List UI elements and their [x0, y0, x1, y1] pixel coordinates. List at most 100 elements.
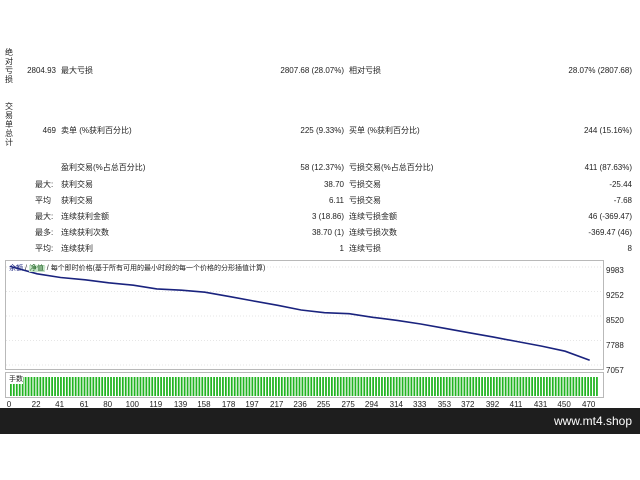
lots-bar [513, 377, 516, 396]
lots-bar [89, 377, 92, 396]
lots-bar [224, 377, 227, 396]
lots-bar [516, 377, 519, 396]
lots-bar [27, 377, 30, 396]
legend-equity-box: 净值 [28, 265, 45, 272]
avg-consec-loss-label: 连续亏损 [349, 244, 381, 253]
lots-bar [233, 377, 236, 396]
lots-bar [484, 377, 486, 396]
lots-bar [540, 377, 542, 396]
lots-bar [363, 377, 366, 396]
largest-loss-label: 亏损交易 [349, 180, 381, 189]
lots-bar [142, 377, 145, 396]
lots-bar [345, 377, 348, 396]
largest-profit-label: 获利交易 [61, 180, 93, 189]
lots-bar [219, 377, 221, 396]
lots-bar [254, 377, 257, 396]
lots-bar [386, 377, 389, 396]
lots-bar [378, 377, 380, 396]
lots-bar [83, 377, 86, 396]
average-prefix: 平均 [35, 196, 51, 205]
lots-bar [351, 377, 354, 396]
lots-bar [163, 377, 165, 396]
lots-bar [110, 377, 112, 396]
lots-bar [222, 377, 224, 396]
max-consec-loss-value: 46 (-369.47) [588, 212, 632, 221]
lots-bar [148, 377, 151, 396]
lots-bar [71, 377, 74, 396]
lots-bar [333, 377, 336, 396]
lots-bar [186, 377, 189, 396]
total-trades-value: 469 [42, 126, 56, 135]
lots-bar [578, 377, 581, 396]
lots-bar [272, 377, 274, 396]
lots-bar [113, 377, 115, 396]
lots-bar [498, 377, 501, 396]
lots-bar [207, 377, 210, 396]
lots-bar [448, 377, 451, 396]
lots-bar [395, 377, 398, 396]
most-consec-win-value: 38.70 (1) [311, 228, 344, 237]
rel-dd-label: 相对亏损 [349, 66, 381, 75]
lots-bar [487, 377, 489, 396]
lots-bar [322, 377, 324, 396]
lots-bar [280, 377, 283, 396]
lots-bar [389, 377, 392, 396]
lots-chart: 手数 [5, 372, 604, 398]
lots-bar [545, 377, 548, 396]
lots-bar [554, 377, 557, 396]
lots-bar [242, 377, 245, 396]
lots-bar [342, 377, 345, 396]
y-tick-label: 7788 [606, 341, 624, 350]
lots-bar [39, 377, 42, 396]
max-dd-value: 2807.68 (28.07%) [280, 66, 344, 75]
lots-bar [398, 377, 401, 396]
lots-bar [584, 377, 587, 396]
largest-prefix: 最大: [35, 180, 54, 189]
lots-bar [24, 377, 27, 396]
lots-bar [360, 377, 363, 396]
lots-bar [407, 377, 410, 396]
chart-legend: 余额 / 净值 / 每个即时价格(基于所有可用的最小时段的每一个价格的分形插值计… [9, 263, 265, 273]
lots-bar [245, 377, 248, 396]
lots-bar [68, 377, 71, 396]
lots-bar [442, 377, 445, 396]
lots-bar [51, 377, 53, 396]
lots-bar [525, 377, 528, 396]
lots-bar [310, 377, 313, 396]
average-profit-label: 获利交易 [61, 196, 93, 205]
lots-bar [569, 377, 572, 396]
most-consec-loss-value: -369.47 (46) [588, 228, 632, 237]
max-consec-prefix: 最大: [35, 212, 54, 221]
lots-bar [154, 377, 157, 396]
lots-bar [354, 377, 357, 396]
lots-bar [575, 377, 578, 396]
lots-bar [566, 377, 569, 396]
lots-bar [30, 377, 33, 396]
lots-bar [42, 377, 45, 396]
lots-bar [263, 377, 266, 396]
lots-bar [116, 377, 118, 396]
lots-bar [445, 377, 448, 396]
lots-bar [372, 377, 374, 396]
lots-bar [171, 377, 174, 396]
lots-bar [490, 377, 492, 396]
lots-bar [216, 377, 218, 396]
lots-bar [375, 377, 377, 396]
lots-bar [57, 377, 59, 396]
lots-bar [528, 377, 531, 396]
lots-bar [86, 377, 89, 396]
lots-bar [230, 377, 233, 396]
lots-bar [319, 377, 321, 396]
lots-bar [460, 377, 463, 396]
lots-bar [472, 377, 475, 396]
lots-bar [328, 377, 330, 396]
lots-bar [180, 377, 183, 396]
y-tick-label: 9983 [606, 266, 624, 275]
lots-bar [336, 377, 339, 396]
lots-bar [590, 377, 592, 396]
lots-bar [36, 377, 39, 396]
lots-bar [295, 377, 298, 396]
lots-bar [519, 377, 522, 396]
chart-caption: 每个即时价格(基于所有可用的最小时段的每一个价格的分形插值计算) [50, 265, 266, 272]
lots-bar [557, 377, 560, 396]
